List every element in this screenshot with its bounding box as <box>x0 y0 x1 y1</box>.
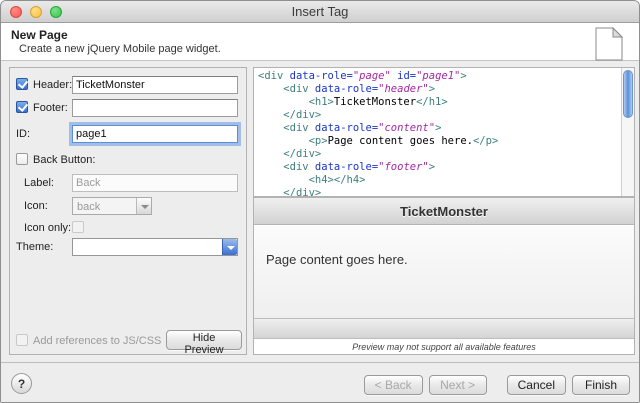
dialog-button-bar: ? < Back Next > Cancel Finish <box>1 362 639 402</box>
header-row: Header: <box>10 76 246 96</box>
code-line: <h4></h4> <box>258 174 621 187</box>
code-line: </div> <box>258 109 621 122</box>
insert-tag-dialog: Insert Tag New Page Create a new jQuery … <box>0 0 640 403</box>
id-input[interactable] <box>72 125 238 143</box>
cancel-button[interactable]: Cancel <box>507 375 566 395</box>
icon-dropdown[interactable]: back <box>72 197 152 215</box>
code-editor[interactable]: <div data-role="page" id="page1"> <div d… <box>254 68 621 196</box>
header-input[interactable] <box>72 76 238 94</box>
code-line: <div data-role="footer"> <box>258 161 621 174</box>
theme-label: Theme: <box>16 241 53 253</box>
new-page-icon <box>593 26 625 62</box>
theme-row: Theme: <box>10 238 246 258</box>
header-label: Header: <box>33 79 72 91</box>
header-checkbox[interactable] <box>16 78 28 90</box>
back-button-label: Back Button: <box>33 154 95 166</box>
wizard-buttons: < Back Next > Cancel Finish <box>364 375 630 395</box>
id-label: ID: <box>16 128 30 140</box>
label-label: Label: <box>24 177 54 189</box>
scrollbar-thumb[interactable] <box>623 70 633 118</box>
page-title: New Page <box>11 28 68 42</box>
finish-button[interactable]: Finish <box>572 375 630 395</box>
icon-label: Icon: <box>24 200 48 212</box>
code-scrollbar[interactable] <box>621 68 634 196</box>
code-line: <h1>TicketMonster</h1> <box>258 96 621 109</box>
live-preview: TicketMonster Page content goes here. Pr… <box>253 197 635 355</box>
icon-row: Icon: back <box>10 197 246 217</box>
code-line: <div data-role="content"> <box>258 122 621 135</box>
icon-only-label: Icon only: <box>24 222 71 234</box>
theme-dropdown[interactable] <box>72 238 238 256</box>
code-line: <p>Page content goes here.</p> <box>258 135 621 148</box>
help-button[interactable]: ? <box>11 373 32 394</box>
back-button[interactable]: < Back <box>364 375 423 395</box>
id-row: ID: <box>10 125 246 145</box>
chevron-down-icon[interactable] <box>222 239 237 255</box>
page-subtitle: Create a new jQuery Mobile page widget. <box>19 43 221 55</box>
footer-input[interactable] <box>72 99 238 117</box>
icon-dropdown-value: back <box>77 201 100 213</box>
icon-only-row: Icon only: <box>10 219 246 239</box>
window-title: Insert Tag <box>1 4 639 19</box>
code-preview: <div data-role="page" id="page1"> <div d… <box>253 67 635 197</box>
wizard-banner: New Page Create a new jQuery Mobile page… <box>1 23 639 61</box>
back-button-checkbox[interactable] <box>16 153 28 165</box>
label-row: Label: <box>10 174 246 194</box>
code-line: <div data-role="page" id="page1"> <box>258 70 621 83</box>
footer-row: Footer: <box>10 99 246 119</box>
code-line: </div> <box>258 187 621 196</box>
preview-page-content: Page content goes here. <box>254 226 634 318</box>
code-line: <div data-role="header"> <box>258 83 621 96</box>
titlebar[interactable]: Insert Tag <box>1 1 639 23</box>
next-button[interactable]: Next > <box>429 375 487 395</box>
form-panel: Header: Footer: ID: Back Button: Label: … <box>9 67 247 355</box>
code-line: </div> <box>258 148 621 161</box>
preview-page-header: TicketMonster <box>254 198 634 225</box>
footer-label: Footer: <box>33 102 68 114</box>
panel-bottom-row: Add references to JS/CSS Hide Preview <box>10 330 246 350</box>
footer-checkbox[interactable] <box>16 101 28 113</box>
chevron-down-icon[interactable] <box>136 198 151 214</box>
icon-only-checkbox[interactable] <box>72 221 84 233</box>
preview-page-footer <box>254 318 634 339</box>
add-refs-checkbox[interactable] <box>16 334 28 346</box>
add-refs-label: Add references to JS/CSS <box>33 335 161 347</box>
back-button-row: Back Button: <box>10 151 246 171</box>
preview-note: Preview may not support all available fe… <box>254 342 634 352</box>
label-input[interactable] <box>72 174 238 192</box>
hide-preview-button[interactable]: Hide Preview <box>166 330 242 350</box>
